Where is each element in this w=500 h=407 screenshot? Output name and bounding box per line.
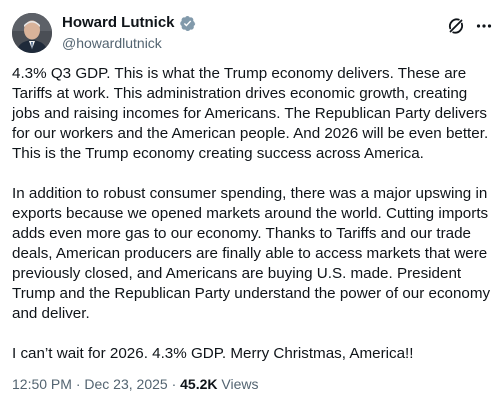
author-handle[interactable]: @howardlutnick	[62, 35, 162, 52]
tweet-time: 12:50 PM	[12, 376, 72, 392]
avatar[interactable]	[12, 13, 52, 53]
tweet-paragraph-1: 4.3% Q3 GDP. This is what the Trump econ…	[12, 65, 489, 162]
author-display-name[interactable]: Howard Lutnick	[62, 14, 175, 32]
views-label: Views	[217, 376, 259, 392]
grok-icon[interactable]	[446, 16, 466, 36]
tweet-paragraph-2: In addition to robust consumer spending,…	[12, 185, 491, 322]
tweet-meta: 12:50 PM · Dec 23, 2025 · 45.2K Views	[12, 376, 258, 393]
verified-badge-icon	[179, 15, 196, 32]
meta-separator: ·	[71, 376, 85, 392]
tweet-date: Dec 23, 2025	[84, 376, 168, 392]
tweet-text: 4.3% Q3 GDP. This is what the Trump econ…	[12, 64, 492, 364]
author-name-row[interactable]: Howard Lutnick	[62, 14, 196, 32]
tweet-views[interactable]: 45.2K Views	[180, 376, 258, 392]
avatar-photo	[12, 13, 52, 53]
tweet-paragraph-3: I can’t wait for 2026. 4.3% GDP. Merry C…	[12, 345, 414, 362]
more-options-icon[interactable]	[474, 16, 494, 36]
meta-separator-2: ·	[167, 376, 181, 392]
tweet-timestamp[interactable]: 12:50 PM · Dec 23, 2025	[12, 376, 168, 392]
views-count: 45.2K	[180, 376, 218, 392]
